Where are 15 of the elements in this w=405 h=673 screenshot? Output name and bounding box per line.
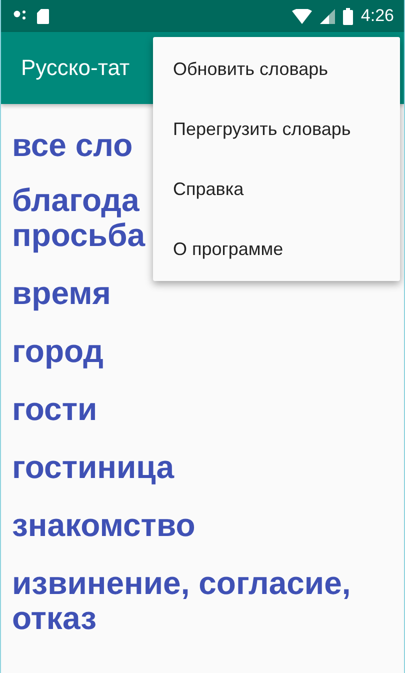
word-item[interactable]: гости [12, 382, 392, 440]
word-item[interactable]: извинение, согласие, отказ [12, 556, 392, 649]
word-item[interactable]: гостиница [12, 440, 392, 498]
sd-card-icon [37, 8, 49, 24]
wifi-icon [292, 8, 312, 24]
menu-item[interactable]: Справка [153, 159, 400, 219]
word-item[interactable]: город [12, 324, 392, 382]
menu-item[interactable]: Обновить словарь [153, 39, 400, 99]
battery-icon [342, 8, 353, 24]
signal-icon [320, 8, 335, 24]
clock: 4:26 [360, 6, 394, 26]
menu-item[interactable]: Перегрузить словарь [153, 99, 400, 159]
word-item[interactable]: знакомство [12, 498, 392, 556]
menu-item[interactable]: О программе [153, 219, 400, 279]
app-title: Русско-тат [21, 55, 130, 81]
